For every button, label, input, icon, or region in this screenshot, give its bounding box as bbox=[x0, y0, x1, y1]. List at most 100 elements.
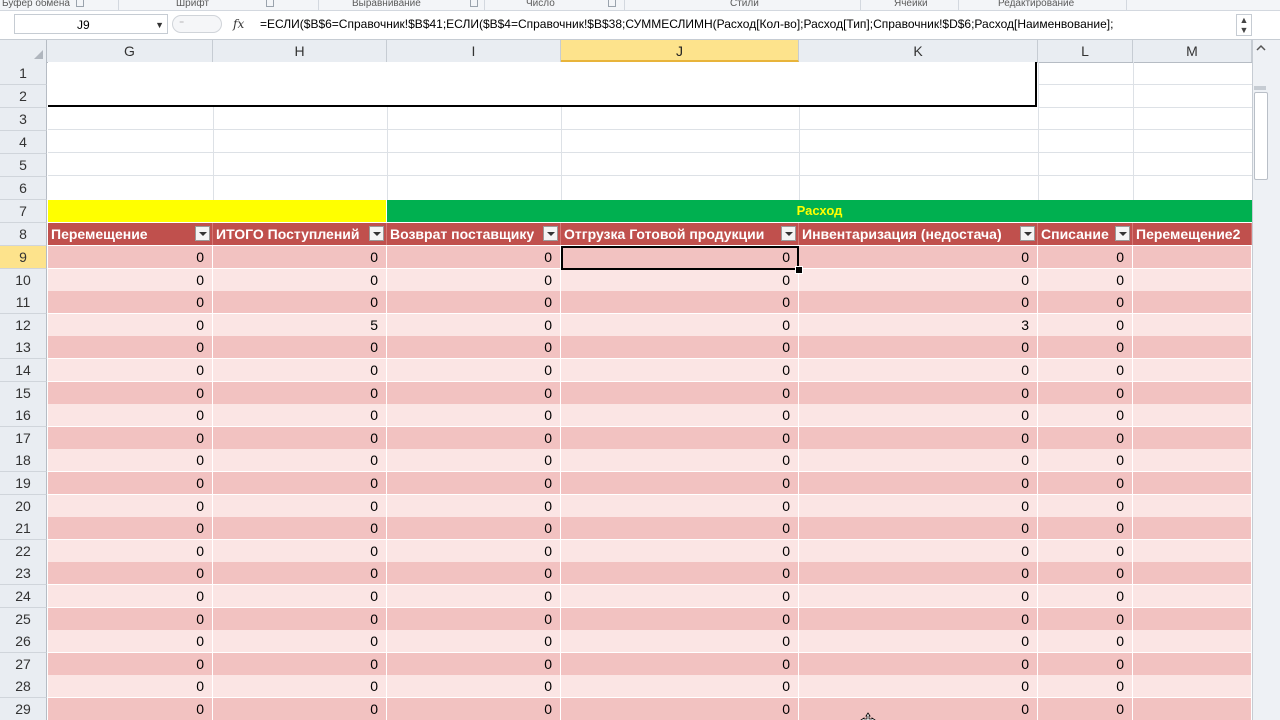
row-header[interactable]: 4 bbox=[0, 131, 47, 154]
table-cell[interactable]: 0 bbox=[48, 495, 213, 517]
table-cell[interactable] bbox=[1133, 540, 1252, 562]
table-cell[interactable]: 0 bbox=[561, 562, 799, 584]
filter-dropdown-icon[interactable] bbox=[543, 226, 558, 241]
table-cell[interactable]: 0 bbox=[48, 540, 213, 562]
table-cell[interactable]: 0 bbox=[48, 630, 213, 652]
table-cell[interactable]: 0 bbox=[1038, 382, 1133, 404]
table-cell[interactable]: 0 bbox=[1038, 562, 1133, 584]
row-header[interactable]: 8 bbox=[0, 223, 47, 246]
column-header-k[interactable]: K bbox=[799, 40, 1038, 62]
table-cell[interactable]: 0 bbox=[561, 472, 799, 494]
filter-dropdown-icon[interactable] bbox=[1115, 226, 1130, 241]
table-cell[interactable]: 0 bbox=[387, 675, 561, 697]
table-cell[interactable] bbox=[1133, 246, 1252, 268]
table-cell[interactable]: 0 bbox=[213, 608, 387, 630]
table-header-transfer[interactable]: Перемещение bbox=[48, 223, 213, 245]
column-header-h[interactable]: H bbox=[213, 40, 387, 62]
table-header-total-receipts[interactable]: ИТОГО Поступлений bbox=[213, 223, 387, 245]
table-cell[interactable]: 0 bbox=[387, 517, 561, 539]
table-cell[interactable]: 0 bbox=[48, 291, 213, 313]
table-cell[interactable]: 0 bbox=[799, 653, 1038, 675]
table-cell[interactable]: 0 bbox=[213, 291, 387, 313]
table-cell[interactable]: 0 bbox=[387, 359, 561, 381]
scroll-up-icon[interactable] bbox=[1256, 43, 1266, 53]
table-cell[interactable]: 0 bbox=[799, 427, 1038, 449]
formula-bar-buttons[interactable]: ⁼ bbox=[172, 15, 222, 33]
table-header-supplier-return[interactable]: Возврат поставщику bbox=[387, 223, 561, 245]
table-cell[interactable]: 0 bbox=[387, 698, 561, 720]
table-cell[interactable]: 0 bbox=[213, 336, 387, 358]
table-cell[interactable]: 0 bbox=[213, 698, 387, 720]
table-cell[interactable]: 0 bbox=[561, 698, 799, 720]
column-header-m[interactable]: M bbox=[1133, 40, 1252, 62]
table-cell[interactable]: 0 bbox=[213, 517, 387, 539]
table-cell[interactable]: 0 bbox=[213, 675, 387, 697]
table-cell[interactable]: 0 bbox=[799, 359, 1038, 381]
table-cell[interactable]: 0 bbox=[48, 562, 213, 584]
row-header[interactable]: 16 bbox=[0, 404, 47, 427]
table-cell[interactable] bbox=[1133, 608, 1252, 630]
row-header[interactable]: 12 bbox=[0, 314, 47, 337]
table-header-shipment[interactable]: Отгрузка Готовой продукции bbox=[561, 223, 799, 245]
row-header[interactable]: 15 bbox=[0, 382, 47, 405]
row-header[interactable]: 6 bbox=[0, 177, 47, 200]
table-cell[interactable]: 0 bbox=[799, 630, 1038, 652]
table-cell[interactable]: 0 bbox=[799, 675, 1038, 697]
table-cell[interactable]: 0 bbox=[213, 585, 387, 607]
table-cell[interactable]: 0 bbox=[799, 472, 1038, 494]
table-cell[interactable]: 0 bbox=[213, 630, 387, 652]
vertical-scrollbar[interactable] bbox=[1252, 40, 1280, 720]
table-cell[interactable]: 0 bbox=[213, 540, 387, 562]
table-cell[interactable]: 0 bbox=[561, 540, 799, 562]
table-cell[interactable]: 0 bbox=[561, 314, 799, 336]
ribbon-launcher-alignment[interactable] bbox=[464, 0, 478, 10]
table-cell[interactable]: 0 bbox=[1038, 675, 1133, 697]
row-header[interactable]: 22 bbox=[0, 540, 47, 563]
filter-dropdown-icon[interactable] bbox=[781, 226, 796, 241]
filter-dropdown-icon[interactable] bbox=[369, 226, 384, 241]
table-cell[interactable] bbox=[1133, 449, 1252, 471]
table-cell[interactable]: 0 bbox=[387, 562, 561, 584]
table-cell[interactable]: 0 bbox=[213, 449, 387, 471]
table-cell[interactable]: 0 bbox=[213, 653, 387, 675]
table-cell[interactable]: 0 bbox=[387, 608, 561, 630]
table-cell[interactable]: 0 bbox=[1038, 427, 1133, 449]
table-cell[interactable] bbox=[1133, 472, 1252, 494]
table-cell[interactable]: 3 bbox=[799, 314, 1038, 336]
row-header[interactable]: 5 bbox=[0, 154, 47, 177]
table-cell[interactable]: 0 bbox=[561, 382, 799, 404]
table-cell[interactable]: 0 bbox=[561, 495, 799, 517]
table-cell[interactable] bbox=[1133, 291, 1252, 313]
table-cell[interactable] bbox=[1133, 382, 1252, 404]
table-cell[interactable]: 0 bbox=[1038, 698, 1133, 720]
table-cell[interactable]: 0 bbox=[387, 291, 561, 313]
table-cell[interactable]: 0 bbox=[799, 449, 1038, 471]
table-cell[interactable]: 0 bbox=[213, 472, 387, 494]
table-cell[interactable]: 0 bbox=[799, 698, 1038, 720]
table-cell[interactable] bbox=[1133, 269, 1252, 291]
table-cell[interactable] bbox=[1133, 427, 1252, 449]
table-cell[interactable]: 0 bbox=[387, 472, 561, 494]
table-cell[interactable]: 0 bbox=[213, 359, 387, 381]
row-header[interactable]: 25 bbox=[0, 608, 47, 631]
ribbon-launcher-number[interactable] bbox=[602, 0, 616, 10]
filter-dropdown-icon[interactable] bbox=[195, 226, 210, 241]
scrollbar-thumb[interactable] bbox=[1254, 92, 1268, 180]
table-cell[interactable]: 0 bbox=[387, 314, 561, 336]
table-cell[interactable]: 0 bbox=[561, 675, 799, 697]
table-cell[interactable]: 0 bbox=[1038, 269, 1133, 291]
table-cell[interactable]: 0 bbox=[213, 404, 387, 426]
table-cell[interactable]: 0 bbox=[561, 449, 799, 471]
worksheet-grid[interactable]: Расход Перемещение ИТОГО Поступлений Воз… bbox=[0, 62, 1252, 720]
table-cell[interactable]: 0 bbox=[799, 404, 1038, 426]
table-cell[interactable]: 0 bbox=[387, 653, 561, 675]
table-cell[interactable]: 0 bbox=[561, 608, 799, 630]
row-header[interactable]: 18 bbox=[0, 449, 47, 472]
table-cell[interactable]: 0 bbox=[387, 427, 561, 449]
table-cell[interactable] bbox=[1133, 495, 1252, 517]
table-cell[interactable]: 0 bbox=[1038, 608, 1133, 630]
expand-formula-bar-button[interactable]: ▲ ▼ bbox=[1236, 14, 1252, 36]
row-header[interactable]: 14 bbox=[0, 359, 47, 382]
table-cell[interactable]: 0 bbox=[1038, 314, 1133, 336]
active-cell-selection[interactable] bbox=[561, 246, 799, 270]
